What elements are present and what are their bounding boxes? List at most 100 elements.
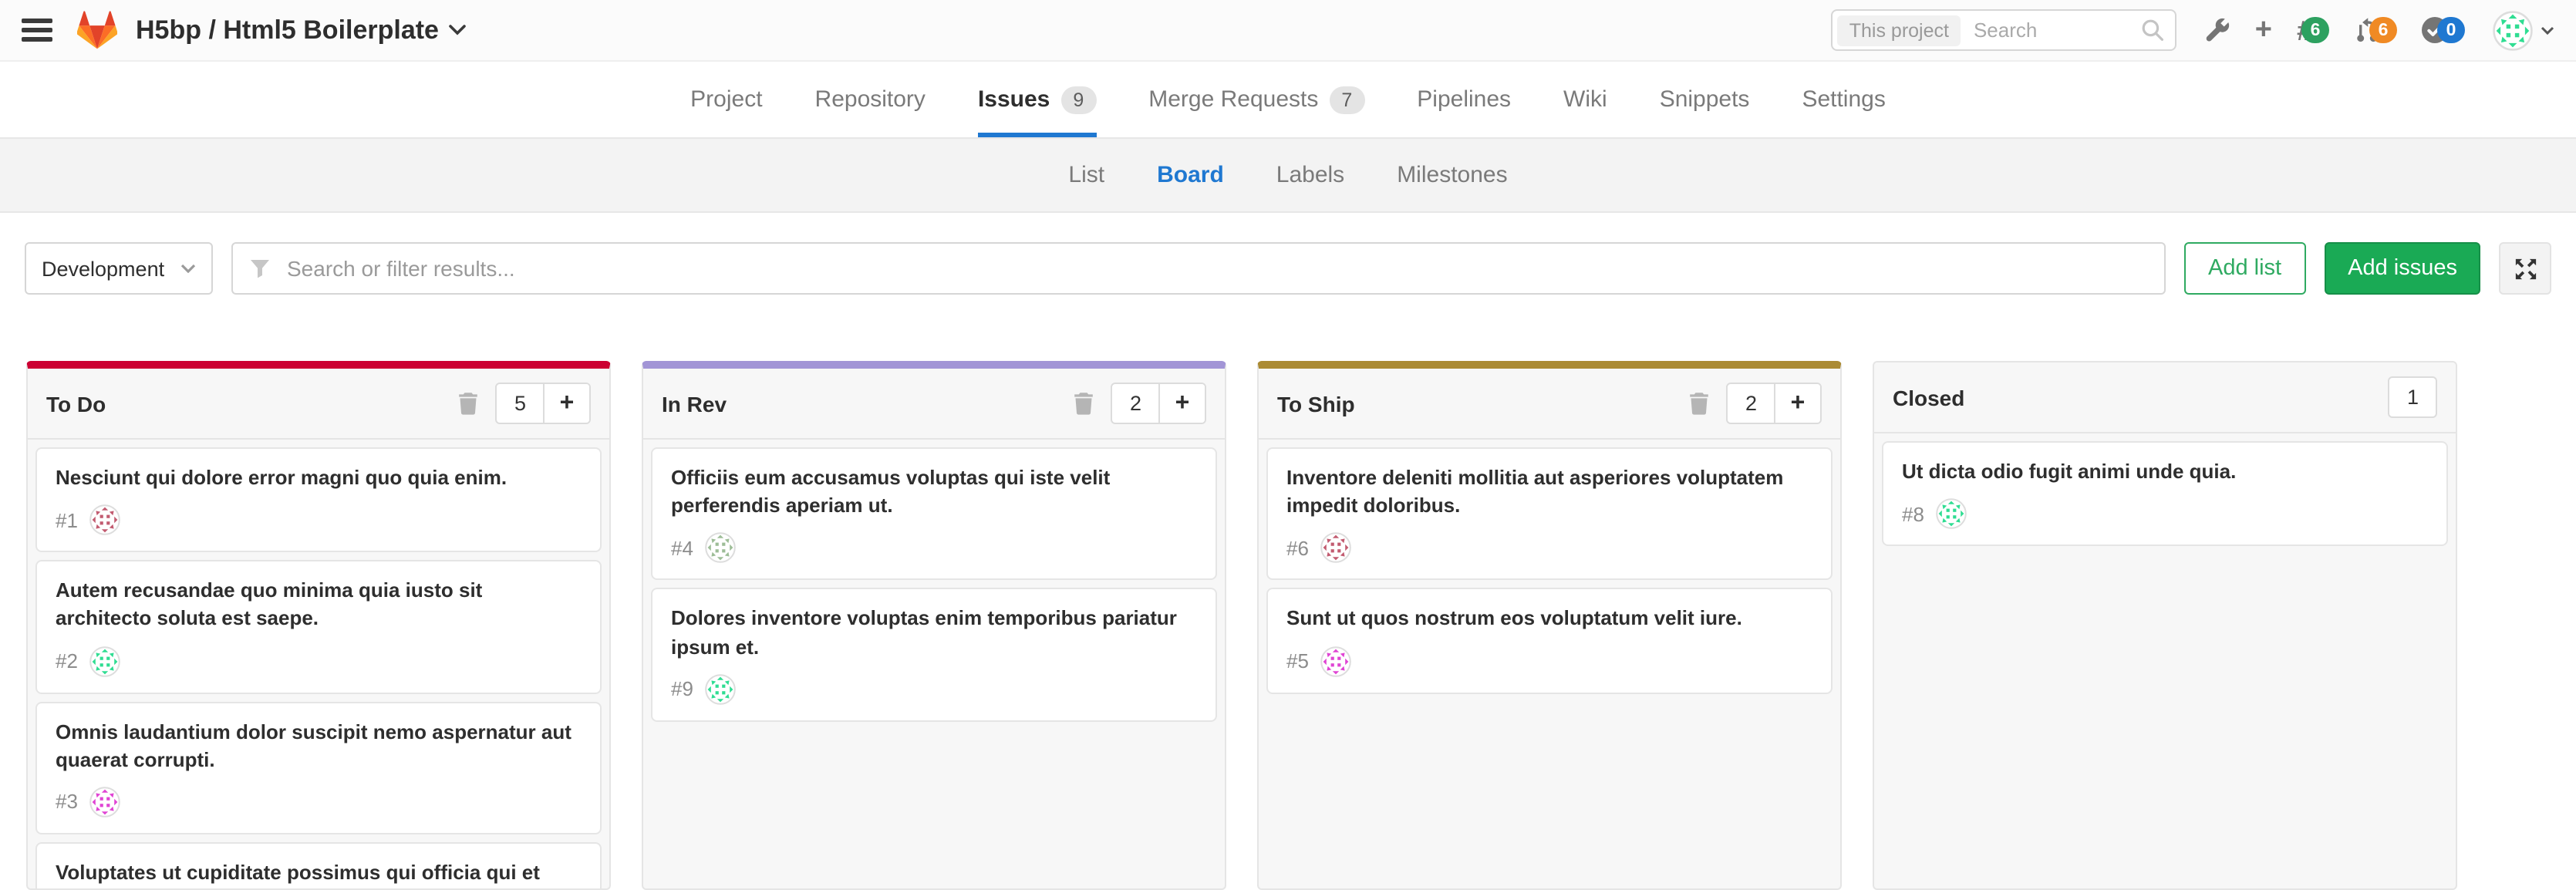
list-count-pill: 2+ — [1111, 383, 1206, 424]
issue-id: #5 — [1286, 649, 1309, 673]
project-switcher[interactable]: H5bp / Html5 Boilerplate — [136, 15, 467, 46]
issue-card[interactable]: Dolores inventore voluptas enim temporib… — [651, 588, 1217, 722]
tab-label: Milestones — [1397, 162, 1507, 188]
list-issue-count: 2 — [1113, 384, 1158, 423]
tab-label: Merge Requests — [1148, 86, 1318, 113]
issue-card[interactable]: Sunt ut quos nostrum eos voluptatum veli… — [1266, 588, 1833, 693]
tab-count-badge: 7 — [1329, 86, 1364, 113]
assignee-avatar — [1321, 533, 1352, 564]
tab-label: Pipelines — [1417, 86, 1511, 113]
issue-card[interactable]: Nesciunt qui dolore error magni quo quia… — [35, 447, 602, 552]
list-title: Closed — [1893, 385, 2389, 410]
list-cards-container: Officiis eum accusamus voluptas qui iste… — [643, 440, 1225, 888]
issues-dashboard-button[interactable]: # 6 — [2297, 16, 2329, 44]
delete-list-button[interactable] — [1690, 392, 1710, 415]
expand-icon — [2514, 257, 2537, 280]
top-navbar: H5bp / Html5 Boilerplate This project + … — [0, 0, 2576, 62]
board-list-closed: Closed1 Ut dicta odio fugit animi unde qu… — [1873, 361, 2457, 890]
issue-card-footer: #5 — [1286, 646, 1812, 676]
issue-card[interactable]: Officiis eum accusamus voluptas qui iste… — [651, 447, 1217, 581]
list-count-pill: 2+ — [1727, 383, 1822, 424]
issue-card[interactable]: Ut dicta odio fugit animi unde quia.#8 — [1882, 441, 2448, 546]
tab-pipelines[interactable]: Pipelines — [1417, 62, 1511, 137]
issue-id: #4 — [671, 537, 693, 560]
tab-repository[interactable]: Repository — [815, 62, 926, 137]
milestone-dropdown-value: Development — [42, 257, 164, 280]
issue-card-title: Officiis eum accusamus voluptas qui iste… — [671, 464, 1197, 521]
issue-board: To Do5+ Nesciunt qui dolore error magni q… — [0, 361, 2576, 890]
sub-tab-labels[interactable]: Labels — [1276, 139, 1344, 211]
hamburger-menu-icon[interactable] — [22, 19, 52, 42]
issue-id: #3 — [56, 791, 78, 814]
list-header: To Do5+ — [28, 369, 609, 440]
todos-button[interactable]: 0 — [2422, 17, 2465, 43]
board-list-to-do: To Do5+ Nesciunt qui dolore error magni q… — [26, 361, 611, 890]
sub-tab-milestones[interactable]: Milestones — [1397, 139, 1507, 211]
tab-label: Repository — [815, 86, 926, 113]
trash-icon — [1074, 392, 1094, 415]
add-issue-to-list-button[interactable]: + — [543, 384, 589, 423]
wrench-icon — [2204, 17, 2230, 43]
issue-card-title: Dolores inventore voluptas enim temporib… — [671, 605, 1197, 662]
sub-tab-board[interactable]: Board — [1157, 139, 1224, 211]
tab-settings[interactable]: Settings — [1802, 62, 1885, 137]
add-list-button[interactable]: Add list — [2183, 242, 2306, 295]
issue-id: #1 — [56, 508, 78, 531]
issue-card-title: Nesciunt qui dolore error magni quo quia… — [56, 464, 582, 492]
todos-count-badge: 0 — [2437, 17, 2465, 43]
chevron-down-icon — [180, 264, 196, 273]
assignee-avatar — [1321, 646, 1352, 676]
delete-list-button[interactable] — [459, 392, 479, 415]
navbar-icon-group: + # 6 6 0 — [2204, 10, 2554, 50]
admin-wrench-button[interactable] — [2204, 17, 2230, 43]
merge-requests-count-badge: 6 — [2369, 17, 2397, 43]
chevron-down-icon — [450, 25, 467, 35]
issue-card-footer: #1 — [56, 504, 582, 535]
list-header: Closed1 — [1874, 362, 2456, 433]
tab-issues[interactable]: Issues9 — [978, 62, 1096, 137]
issue-card-footer: #9 — [671, 674, 1197, 705]
trash-icon — [1690, 392, 1710, 415]
merge-requests-button[interactable]: 6 — [2354, 17, 2397, 43]
issue-card-footer: #8 — [1902, 498, 2428, 529]
issue-card[interactable]: Omnis laudantium dolor suscipit nemo asp… — [35, 701, 602, 834]
list-title: In Rev — [662, 391, 1074, 416]
delete-list-button[interactable] — [1074, 392, 1094, 415]
tab-merge-requests[interactable]: Merge Requests 7 — [1148, 62, 1364, 137]
tab-wiki[interactable]: Wiki — [1563, 62, 1607, 137]
issues-count-badge: 6 — [2301, 17, 2329, 43]
assignee-avatar — [90, 504, 121, 535]
user-menu[interactable] — [2493, 10, 2554, 50]
milestone-dropdown[interactable]: Development — [25, 242, 213, 295]
global-search-box[interactable]: This project — [1831, 9, 2176, 51]
assignee-avatar — [706, 533, 737, 564]
issue-card[interactable]: Autem recusandae quo minima quia iusto s… — [35, 560, 602, 693]
plus-icon: + — [2255, 15, 2272, 45]
project-title-text: H5bp / Html5 Boilerplate — [136, 15, 439, 46]
tab-snippets[interactable]: Snippets — [1660, 62, 1750, 137]
add-issues-button[interactable]: Add issues — [2325, 242, 2480, 295]
tab-project[interactable]: Project — [690, 62, 762, 137]
filtered-search-box[interactable] — [231, 242, 2165, 295]
search-input[interactable] — [1971, 17, 2132, 43]
issue-card-footer: #2 — [56, 646, 582, 676]
filter-funnel-icon — [250, 258, 270, 278]
filter-search-input[interactable] — [284, 255, 2146, 282]
issue-card-footer: #3 — [56, 787, 582, 818]
issue-card[interactable]: Inventore deleniti mollitia aut asperior… — [1266, 447, 1833, 581]
tab-label: Labels — [1276, 162, 1344, 188]
issue-card[interactable]: Voluptates ut cupiditate possimus qui of… — [35, 842, 602, 888]
list-title: To Ship — [1277, 391, 1690, 416]
add-issue-to-list-button[interactable]: + — [1158, 384, 1205, 423]
gitlab-logo-icon[interactable] — [77, 10, 117, 50]
new-item-button[interactable]: + — [2255, 15, 2272, 45]
search-scope-chip: This project — [1837, 15, 1961, 46]
add-issue-to-list-button[interactable]: + — [1774, 384, 1820, 423]
tab-label: Issues — [978, 86, 1050, 113]
tab-label: Project — [690, 86, 762, 113]
list-title: To Do — [46, 391, 459, 416]
fullscreen-toggle-button[interactable] — [2499, 242, 2551, 295]
sub-tab-list[interactable]: List — [1068, 139, 1104, 211]
list-issue-count: 2 — [1728, 384, 1774, 423]
tab-label: Snippets — [1660, 86, 1750, 113]
